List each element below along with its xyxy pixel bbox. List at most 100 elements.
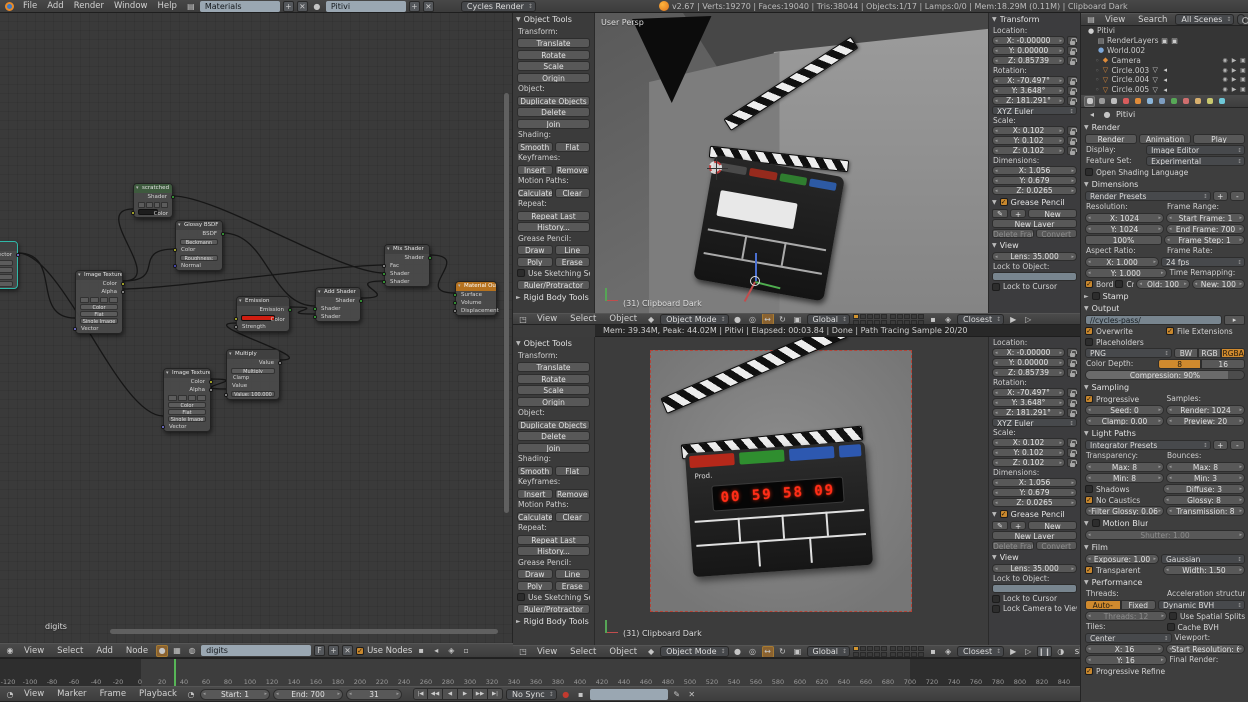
center-dropdown[interactable]: Center bbox=[1085, 633, 1172, 643]
menu-view[interactable]: View bbox=[19, 688, 49, 700]
rgb-option[interactable]: RGB bbox=[1198, 348, 1222, 358]
socket-input-surface[interactable] bbox=[453, 293, 457, 297]
z-181-291-field[interactable]: ◂Z: 181.291°▸ bbox=[992, 96, 1065, 105]
node-image-texture[interactable]: Image TextureColorAlphaColorFlatSingle I… bbox=[163, 368, 211, 432]
lock-icon[interactable]: ▪ bbox=[927, 313, 939, 325]
new-button[interactable]: New bbox=[1028, 521, 1077, 530]
ruler-protractor-button[interactable]: Ruler/Protractor bbox=[517, 604, 590, 614]
pause-render-button[interactable]: ❙❙ bbox=[1037, 646, 1052, 657]
display-mode-dropdown[interactable]: All Scenes bbox=[1175, 14, 1234, 25]
cycles-pass-field[interactable]: //cycles-pass/ bbox=[1085, 315, 1222, 325]
item-button[interactable]: + bbox=[1010, 209, 1026, 218]
start-resolution-64-field[interactable]: ◂Start Resolution: 64▸ bbox=[1166, 644, 1245, 654]
progressive-checkbox[interactable]: ✓Progressive bbox=[1085, 394, 1164, 404]
menu-add[interactable]: Add bbox=[42, 1, 68, 11]
new-layer-button[interactable]: New Layer bbox=[992, 219, 1077, 228]
convert-button[interactable]: Convert bbox=[1036, 541, 1078, 550]
node-emission[interactable]: EmissionEmissionColorStrength bbox=[236, 296, 290, 332]
file-extensions-checkbox[interactable]: ✓File Extensions bbox=[1166, 326, 1245, 336]
menu-view[interactable]: View bbox=[19, 645, 49, 657]
lock-icon[interactable] bbox=[1067, 36, 1077, 45]
play-button[interactable]: ▶ bbox=[458, 688, 473, 700]
24-fps-dropdown[interactable]: 24 fps bbox=[1161, 257, 1245, 267]
layer-grid[interactable] bbox=[890, 314, 924, 325]
socket-input-displacement[interactable] bbox=[453, 309, 457, 313]
editor-type-icon[interactable]: ◔ bbox=[4, 688, 16, 700]
play-reverse-button[interactable]: ◀ bbox=[443, 688, 458, 700]
render-toggle-icon[interactable]: ▣ bbox=[1239, 57, 1247, 64]
lock-icon[interactable] bbox=[1067, 348, 1077, 357]
min-3-field[interactable]: ◂Min: 3▸ bbox=[1166, 473, 1245, 483]
tab-render[interactable] bbox=[1084, 96, 1095, 107]
socket-input-color[interactable] bbox=[131, 211, 135, 215]
manipulator-scale-icon[interactable]: ▣ bbox=[792, 313, 804, 325]
tab-material[interactable] bbox=[1180, 96, 1191, 107]
smooth-button[interactable]: Smooth bbox=[517, 142, 553, 152]
outliner-row-circle-005[interactable]: ◦▽Circle.005▽◂◉▶▣ bbox=[1081, 85, 1248, 95]
animation-button[interactable]: Animation bbox=[1139, 134, 1191, 144]
menu-add[interactable]: Add bbox=[91, 645, 117, 657]
tab-scene[interactable] bbox=[1108, 96, 1119, 107]
use-nodes-checkbox[interactable]: ✓Use Nodes bbox=[356, 646, 412, 656]
outliner-tree[interactable]: ●Pitivi▤RenderLayers▣▣●World.002◦◆Camera… bbox=[1081, 26, 1248, 95]
menu-object[interactable]: Object bbox=[604, 646, 642, 658]
pin-icon[interactable]: ◂ bbox=[1086, 109, 1098, 121]
preview-20-field[interactable]: ◂Preview: 20▸ bbox=[1166, 416, 1245, 426]
viewport-3d-top[interactable]: User Persp (31) Clipboard Dark ▼Object T… bbox=[513, 13, 1080, 313]
old-100-field[interactable]: ◂Old: 100▸ bbox=[1136, 279, 1189, 289]
erase-button[interactable]: Erase bbox=[555, 257, 591, 267]
clamp-0-00-field[interactable]: ◂Clamp: 0.00▸ bbox=[1085, 416, 1164, 426]
menu-marker[interactable]: Marker bbox=[52, 688, 91, 700]
visibility-eye-icon[interactable]: ◉ bbox=[1221, 57, 1229, 64]
render-toggle-icon[interactable]: ▣ bbox=[1239, 76, 1247, 83]
new-layer-button[interactable]: New Layer bbox=[992, 531, 1077, 540]
outliner-row-renderlayers[interactable]: ▤RenderLayers▣▣ bbox=[1081, 36, 1248, 46]
render-button[interactable]: Render bbox=[1085, 134, 1137, 144]
mode-icon[interactable]: ◆ bbox=[645, 646, 657, 658]
visibility-eye-icon[interactable]: ◉ bbox=[1221, 67, 1229, 74]
orientation-dropdown[interactable]: Global bbox=[807, 646, 851, 657]
lock-icon[interactable] bbox=[1067, 76, 1077, 85]
unlink-node-tree-button[interactable]: ✕ bbox=[342, 645, 353, 656]
keying-set-field[interactable] bbox=[590, 689, 668, 700]
close-screen-button[interactable]: ✕ bbox=[297, 1, 308, 12]
socket-input-vector[interactable] bbox=[73, 327, 77, 331]
rgba-option[interactable]: RGBA bbox=[1221, 348, 1245, 358]
x-1024-field[interactable]: ◂X: 1024▸ bbox=[1085, 213, 1164, 223]
shading-mode-icon[interactable]: ◑ bbox=[1055, 646, 1067, 658]
y-1024-field[interactable]: ◂Y: 1024▸ bbox=[1085, 224, 1164, 234]
seed-0-field[interactable]: ◂Seed: 0▸ bbox=[1085, 405, 1164, 415]
progressive-refine-checkbox[interactable]: ✓Progressive Refine bbox=[1085, 666, 1245, 676]
width-1-50-field[interactable]: ◂Width: 1.50▸ bbox=[1163, 565, 1245, 575]
menu-select[interactable]: Select bbox=[565, 313, 601, 325]
x-1-056-field[interactable]: ◂X: 1.056▸ bbox=[992, 166, 1077, 175]
checkbox-box[interactable]: ✓ bbox=[1166, 327, 1174, 335]
lock-camera-to-view-checkbox[interactable]: Lock Camera to View bbox=[992, 604, 1077, 613]
snap-magnet-icon[interactable]: ◈ bbox=[942, 646, 954, 658]
visibility-eye-icon[interactable]: ◉ bbox=[1221, 86, 1229, 93]
socket-input-color[interactable] bbox=[234, 317, 238, 321]
lock-to-cursor-checkbox[interactable]: Lock to Cursor bbox=[992, 282, 1077, 291]
auto-detect-option[interactable]: Auto-detect bbox=[1085, 600, 1121, 610]
layer-grid[interactable] bbox=[853, 646, 887, 657]
outliner-row-camera[interactable]: ◦◆Camera◉▶▣ bbox=[1081, 55, 1248, 65]
xyz-euler-dropdown[interactable]: XYZ Euler bbox=[992, 106, 1077, 115]
poly-button[interactable]: Poly bbox=[517, 581, 553, 591]
min-8-field[interactable]: ◂Min: 8▸ bbox=[1085, 473, 1164, 483]
8-option[interactable]: 8 bbox=[1158, 359, 1202, 369]
shutter-1-00-field[interactable]: ◂Shutter: 1.00▸ bbox=[1085, 530, 1245, 540]
draw-button[interactable]: Draw bbox=[517, 569, 553, 579]
current-frame-field[interactable]: ◂31▸ bbox=[346, 689, 402, 700]
checkbox-box[interactable]: ✓ bbox=[1085, 566, 1093, 574]
sync-mode-dropdown[interactable]: No Sync bbox=[506, 689, 557, 700]
node-dropdown-multiply[interactable]: Multiply bbox=[231, 368, 275, 374]
socket-output-shader[interactable] bbox=[359, 299, 363, 303]
pivot-icon[interactable]: ◎ bbox=[747, 646, 759, 658]
checkbox-box[interactable] bbox=[1169, 612, 1177, 620]
text-field[interactable] bbox=[992, 272, 1077, 281]
fake-user-button[interactable]: F bbox=[314, 645, 325, 656]
node-checkbox-clamp[interactable]: Clamp bbox=[231, 375, 275, 381]
pivot-icon[interactable]: ◎ bbox=[747, 313, 759, 325]
section-header-dimensions[interactable]: ▼Dimensions bbox=[1081, 178, 1248, 190]
history-button[interactable]: History... bbox=[517, 222, 590, 232]
